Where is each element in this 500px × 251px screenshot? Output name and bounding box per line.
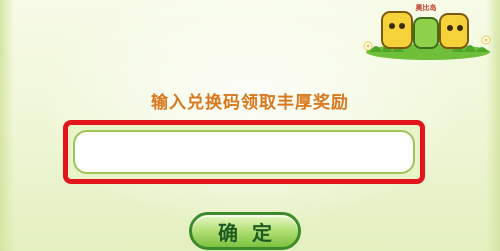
redeem-code-input[interactable]: [73, 130, 415, 174]
panel-edge-left: [0, 0, 14, 251]
redeem-prompt-label: 输入兑换码领取丰厚奖励: [151, 93, 349, 113]
redeem-code-panel: 奥比岛 输入兑换码领取丰厚奖励 确定: [0, 0, 500, 251]
logo-text: 奥比岛: [416, 3, 437, 12]
confirm-button[interactable]: 确定: [189, 212, 301, 250]
game-logo-icon: 奥比岛: [363, 3, 491, 60]
redeem-code-highlight: [63, 120, 425, 184]
